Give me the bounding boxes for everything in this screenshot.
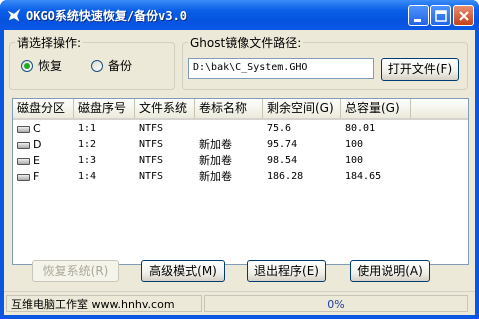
filesystem-cell: NTFS [139, 139, 164, 150]
partition-cell: E [13, 153, 40, 169]
free-space-cell: 186.28 [267, 171, 304, 182]
total-size-cell: 100 [345, 139, 364, 150]
partition-cell: F [13, 169, 39, 185]
minimize-icon [414, 19, 421, 22]
radio-restore-dot[interactable] [21, 59, 33, 72]
maximize-button[interactable] [430, 5, 451, 26]
status-bar: 互维电脑工作室 www.hnhv.com 0% [4, 291, 475, 316]
radio-backup-label: 备份 [108, 59, 133, 73]
total-size-cell: 80.01 [345, 123, 376, 134]
partition-cell: D [13, 137, 41, 153]
window-title: OKGO系统快速恢复/备份v3.0 [26, 9, 188, 23]
hard-drive-icon [17, 141, 30, 149]
hard-drive-icon [17, 157, 30, 165]
help-button[interactable]: 使用说明(A) [350, 260, 430, 282]
studio-credit: 互维电脑工作室 www.hnhv.com [6, 295, 202, 312]
disk-no-cell: 1:3 [78, 155, 97, 166]
partition-letter: F [33, 170, 40, 183]
operation-legend: 请选择操作: [17, 36, 82, 50]
restore-system-button[interactable]: 恢复系统(R) [32, 260, 119, 282]
app-window: OKGO系统快速恢复/备份v3.0 请选择操作: 恢复 备份 Ghost镜像文件… [0, 0, 479, 319]
table-row[interactable]: D 1:2 NTFS 新加卷 95.74 100 [13, 137, 468, 153]
client-area: 请选择操作: 恢复 备份 Ghost镜像文件路径: D:\bak\C_Syste… [4, 30, 475, 315]
minimize-button[interactable] [408, 5, 429, 26]
col-free-space[interactable]: 剩余空间(G) [263, 99, 341, 118]
radio-restore-label: 恢复 [38, 59, 63, 73]
filesystem-cell: NTFS [139, 123, 164, 134]
progress-text: 0% [204, 295, 468, 312]
title-bar[interactable]: OKGO系统快速恢复/备份v3.0 [0, 0, 479, 30]
table-row[interactable]: F 1:4 NTFS 新加卷 186.28 184.65 [13, 169, 468, 185]
hard-drive-icon [17, 173, 30, 181]
partition-letter: E [33, 154, 40, 167]
total-size-cell: 100 [345, 155, 364, 166]
radio-restore[interactable]: 恢复 [21, 57, 62, 74]
open-file-button[interactable]: 打开文件(F) [381, 58, 459, 81]
table-row[interactable]: E 1:3 NTFS 新加卷 98.54 100 [13, 153, 468, 169]
free-space-cell: 98.54 [267, 155, 298, 166]
maximize-icon [435, 10, 447, 22]
partition-cell: C [13, 121, 41, 137]
close-icon [459, 11, 469, 21]
col-volume-label[interactable]: 卷标名称 [195, 99, 263, 118]
table-row[interactable]: C 1:1 NTFS 75.6 80.01 [13, 121, 468, 137]
partition-letter: C [33, 122, 41, 135]
total-size-cell: 184.65 [345, 171, 382, 182]
hard-drive-icon [17, 125, 30, 133]
partition-table[interactable]: 磁盘分区 磁盘序号 文件系统 卷标名称 剩余空间(G) 总容量(G) C 1:1… [12, 98, 469, 265]
advanced-mode-button[interactable]: 高级模式(M) [141, 260, 225, 282]
col-total-size[interactable]: 总容量(G) [341, 99, 411, 118]
volume-label-cell: 新加卷 [199, 154, 232, 167]
disk-no-cell: 1:2 [78, 139, 97, 150]
exit-program-button[interactable]: 退出程序(E) [247, 260, 326, 282]
ghost-path-legend: Ghost镜像文件路径: [190, 36, 302, 50]
app-bird-icon [7, 8, 21, 22]
filesystem-cell: NTFS [139, 171, 164, 182]
close-button[interactable] [453, 5, 474, 26]
free-space-cell: 75.6 [267, 123, 292, 134]
radio-backup[interactable]: 备份 [91, 57, 132, 74]
volume-label-cell: 新加卷 [199, 138, 232, 151]
volume-label-cell: 新加卷 [199, 170, 232, 183]
partition-table-header: 磁盘分区 磁盘序号 文件系统 卷标名称 剩余空间(G) 总容量(G) [13, 99, 468, 120]
col-disk-no[interactable]: 磁盘序号 [74, 99, 135, 118]
free-space-cell: 95.74 [267, 139, 298, 150]
ghost-path-input[interactable]: D:\bak\C_System.GHO [188, 58, 374, 79]
filesystem-cell: NTFS [139, 155, 164, 166]
col-filesystem[interactable]: 文件系统 [135, 99, 195, 118]
disk-no-cell: 1:1 [78, 123, 97, 134]
partition-letter: D [33, 138, 42, 151]
radio-backup-dot[interactable] [91, 59, 103, 72]
disk-no-cell: 1:4 [78, 171, 97, 182]
col-partition[interactable]: 磁盘分区 [13, 99, 74, 118]
